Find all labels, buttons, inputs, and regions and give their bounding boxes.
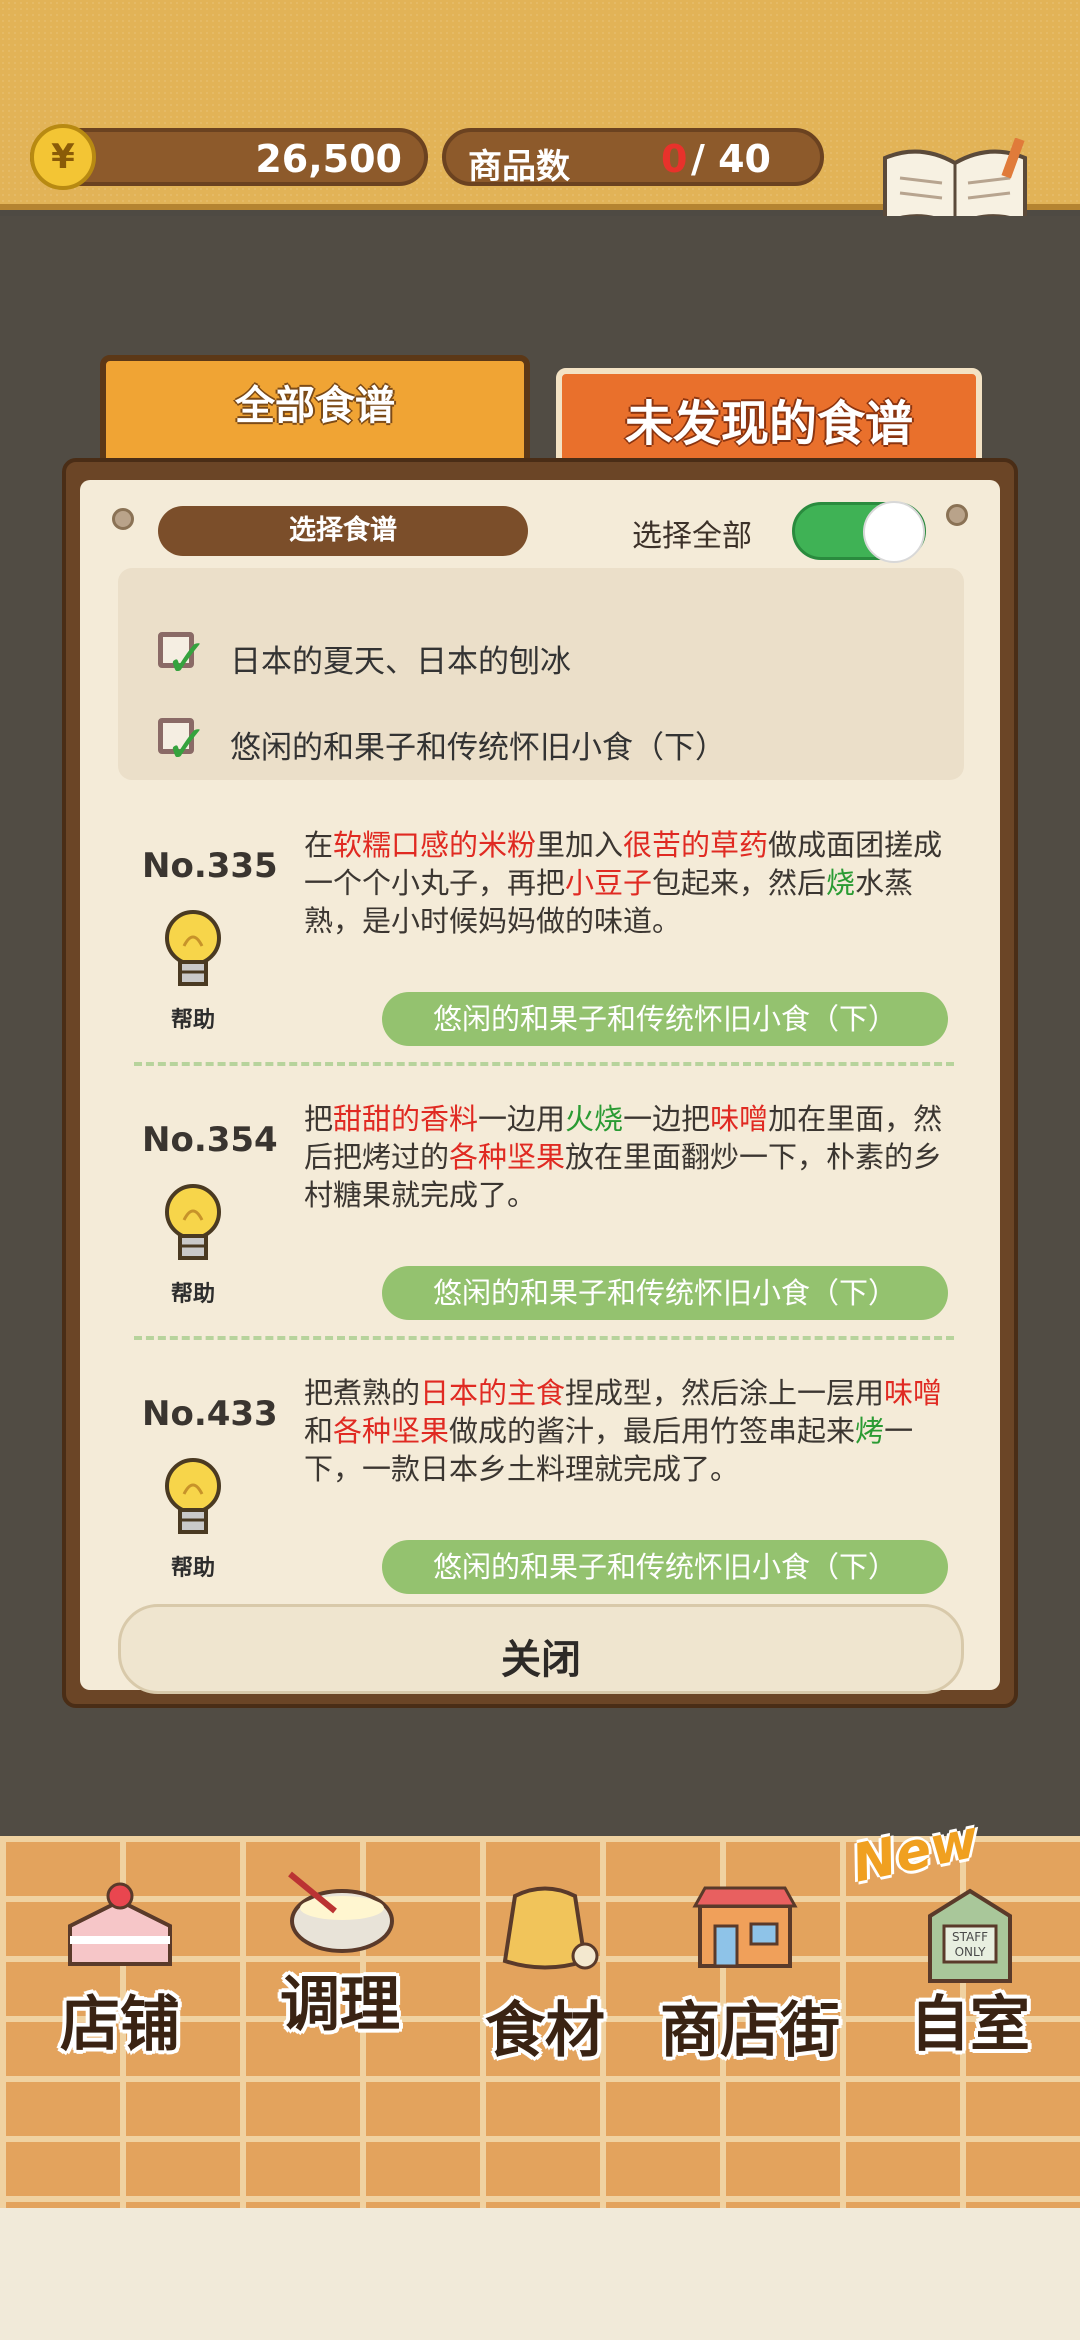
recipe-description: 把煮熟的日本的主食捏成型，然后涂上一层用味噌和各种坚果做成的酱汁，最后用竹签串起… — [304, 1374, 948, 1488]
checkmark-icon: ✓ — [165, 715, 209, 775]
product-count-total: / 40 — [691, 137, 771, 181]
recipe-number: No.335 — [142, 846, 278, 886]
highlight-keyword: 软糯口感的米粉 — [333, 828, 537, 862]
highlight-keyword: 甜甜的香料 — [333, 1102, 479, 1136]
description-text: 一边把 — [623, 1102, 711, 1136]
recipe-description: 把甜甜的香料一边用火烧一边把味噌加在里面，然后把烤过的各种坚果放在里面翻炒一下，… — [304, 1100, 948, 1214]
close-label: 关闭 — [501, 1637, 581, 1683]
recipe-category: 悠闲的和果子和传统怀旧小食（下） — [382, 1540, 948, 1594]
highlight-keyword: 很苦的草药 — [623, 828, 769, 862]
nav-cooking[interactable]: 调理 — [240, 1856, 440, 2066]
select-all-label: 选择全部 — [632, 519, 752, 554]
hint-button[interactable]: 帮助 — [160, 1180, 226, 1307]
recipe-entry: No.354 帮助 把甜甜的香料一边用火烧一边把味噌加在里面，然后把烤过的各种坚… — [118, 1100, 964, 1370]
description-text: 包起来，然后 — [652, 866, 827, 900]
divider — [134, 1062, 954, 1066]
highlight-keyword: 味噌 — [710, 1102, 769, 1136]
nav-shopping-street[interactable]: 商店街 — [645, 1856, 855, 2066]
highlight-keyword: 日本的主食 — [420, 1376, 566, 1410]
rivet-icon — [946, 504, 968, 526]
shop-icon — [692, 1886, 798, 1968]
description-text: 把煮熟的 — [304, 1376, 421, 1410]
checkbox[interactable]: ✓ — [158, 718, 209, 771]
staff-sign-text: STAFF — [952, 1930, 988, 1944]
close-button[interactable]: 关闭 — [118, 1604, 964, 1694]
description-text: 一边用 — [478, 1102, 566, 1136]
description-text: 和 — [304, 1414, 334, 1448]
hint-label: 帮助 — [170, 1556, 215, 1581]
product-count-label: 商品数 — [468, 147, 570, 187]
highlight-keyword: 烧 — [826, 866, 856, 900]
highlight-keyword: 各种坚果 — [333, 1414, 450, 1448]
checkmark-icon: ✓ — [165, 629, 209, 689]
nav-label: 店铺 — [60, 1990, 180, 2060]
lightbulb-icon — [165, 1184, 221, 1260]
description-text: 做成的酱汁，最后用竹签串起来 — [449, 1414, 856, 1448]
select-recipe-label: 选择食谱 — [158, 506, 528, 556]
description-text: 在 — [304, 828, 334, 862]
highlight-keyword: 小豆子 — [565, 866, 653, 900]
highlight-keyword: 各种坚果 — [449, 1140, 566, 1174]
nav-ingredients[interactable]: 食材 — [445, 1856, 645, 2066]
nav-staff-room[interactable]: STAFF ONLY 自室 — [870, 1856, 1070, 2066]
hint-label: 帮助 — [170, 1282, 215, 1307]
product-count-current: 0 — [661, 137, 688, 181]
toggle-knob — [863, 501, 925, 563]
nav-label: 商店街 — [660, 1996, 840, 2066]
tab-all-recipes[interactable]: 全部食谱 — [100, 355, 530, 475]
recipe-number: No.354 — [142, 1120, 278, 1160]
hint-button[interactable]: 帮助 — [160, 906, 226, 1033]
recipe-category: 悠闲的和果子和传统怀旧小食（下） — [382, 1266, 948, 1320]
checkbox[interactable]: ✓ — [158, 632, 209, 685]
select-all-toggle[interactable] — [792, 501, 926, 563]
highlight-keyword: 味噌 — [884, 1376, 943, 1410]
lightbulb-icon — [165, 910, 221, 986]
bottom-strip — [0, 2208, 1080, 2340]
mixing-bowl-icon — [288, 1871, 394, 1953]
description-text: 里加入 — [536, 828, 624, 862]
hint-button[interactable]: 帮助 — [160, 1454, 226, 1581]
lightbulb-icon — [165, 1458, 221, 1534]
nav-label: 食材 — [485, 1996, 605, 2066]
product-count-display: 商品数 0 / 40 — [442, 128, 824, 187]
hint-label: 帮助 — [170, 1008, 215, 1033]
nav-label: 调理 — [280, 1970, 400, 2040]
money-value: 26,500 — [255, 137, 402, 181]
nav-label: 自室 — [910, 1990, 1030, 2060]
cake-icon — [68, 1882, 172, 1966]
recipe-description: 在软糯口感的米粉里加入很苦的草药做成面团搓成一个个小丸子，再把小豆子包起来，然后… — [304, 826, 948, 940]
description-text: 捏成型，然后涂上一层用 — [565, 1376, 885, 1410]
filter-item-label: 日本的夏天、日本的刨冰 — [230, 644, 571, 680]
recipe-category: 悠闲的和果子和传统怀旧小食（下） — [382, 992, 948, 1046]
coin-icon: ¥ — [30, 124, 96, 190]
recipe-filter-list[interactable]: ✓ 日本的夏天、日本的刨冰 ✓ 悠闲的和果子和传统怀旧小食（下） — [118, 568, 964, 780]
staff-sign-text: ONLY — [955, 1945, 987, 1959]
recipe-number: No.433 — [142, 1394, 278, 1434]
filter-item-label: 悠闲的和果子和传统怀旧小食（下） — [230, 730, 726, 766]
open-book-icon — [883, 138, 1027, 228]
staff-door-icon: STAFF ONLY — [928, 1888, 1012, 1983]
description-text: 把 — [304, 1102, 334, 1136]
highlight-keyword: 火烧 — [565, 1102, 624, 1136]
flour-sack-icon — [502, 1886, 599, 1970]
rivet-icon — [112, 508, 134, 530]
money-display: ¥ 26,500 — [30, 124, 428, 190]
recipe-entry: No.335 帮助 在软糯口感的米粉里加入很苦的草药做成面团搓成一个个小丸子，再… — [118, 826, 964, 1096]
nav-shop[interactable]: 店铺 — [20, 1856, 220, 2066]
divider — [134, 1336, 954, 1340]
highlight-keyword: 烤 — [855, 1414, 885, 1448]
